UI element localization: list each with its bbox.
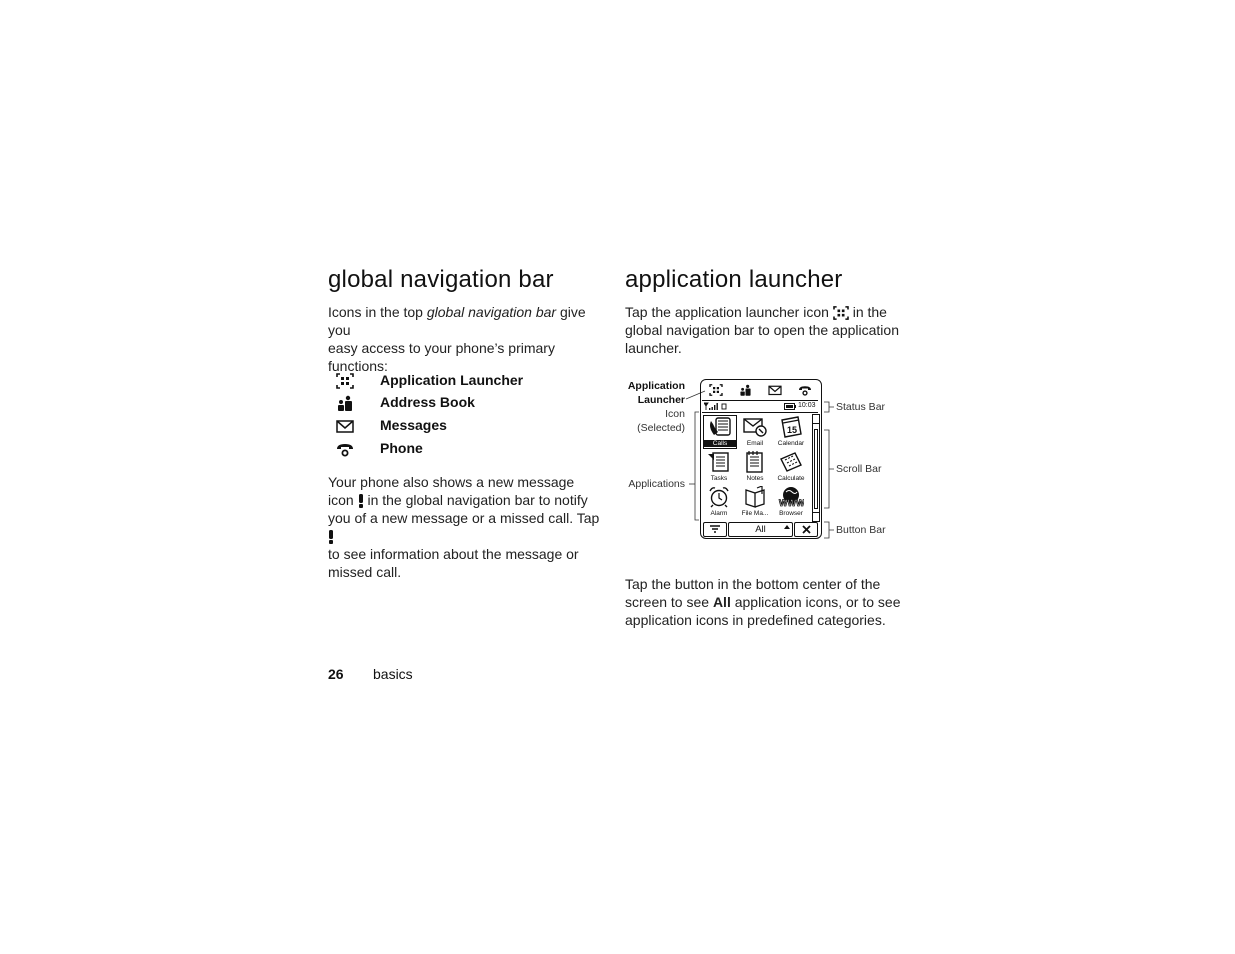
all-keyword: All (712, 594, 731, 610)
app-launcher-icon[interactable] (709, 384, 723, 396)
scroll-thumb[interactable] (814, 429, 818, 509)
intro-emphasis: global navigation bar (426, 304, 557, 320)
intro-text: Icons in the top (328, 304, 427, 320)
app-grid: Calls Email 15 Calendar Tasks Notes Calc… (702, 413, 810, 518)
app-tasks[interactable]: Tasks (702, 450, 736, 484)
app-label: Tasks (710, 475, 728, 482)
right-paragraph-2: Tap the button in the bottom center of t… (625, 575, 905, 629)
signal-strength-icon (704, 402, 727, 410)
app-label: Calculate (777, 475, 805, 482)
nav-item-address-book: Address Book (336, 394, 576, 414)
button-bar: All (701, 521, 819, 538)
email-app-icon (743, 418, 767, 437)
body-text: Tap the button in the bottom center of t… (625, 576, 881, 592)
body-text: application icons in predefined categori… (625, 612, 886, 628)
phone-icon (337, 444, 353, 457)
app-label: Calls (704, 440, 736, 447)
menu-icon (710, 525, 720, 533)
alarm-app-icon (709, 487, 729, 508)
nav-item-label: Address Book (380, 394, 475, 410)
notes-app-icon (746, 451, 763, 473)
file-manager-app-icon (745, 486, 765, 508)
app-browser[interactable]: WWW Browser (774, 485, 808, 519)
callout-app-launcher: Application Launcher (620, 379, 685, 407)
callout-icon-selected: Icon (Selected) (620, 407, 685, 435)
nav-item-phone: Phone (336, 440, 576, 460)
body-text: application icons, or to see (730, 594, 901, 610)
browser-mark: WWW (779, 498, 804, 508)
nav-item-application-launcher: Application Launcher (336, 372, 576, 392)
category-button[interactable]: All (728, 522, 793, 537)
body-text: to see information about the message or (328, 546, 579, 562)
close-button[interactable] (794, 522, 818, 537)
messages-icon[interactable] (768, 384, 782, 396)
calculator-app-icon (780, 452, 802, 472)
tasks-app-icon (708, 452, 729, 472)
calendar-app-icon: 15 (781, 416, 802, 438)
body-text: you of a new message or a missed call. T… (328, 510, 600, 526)
body-text: icon (328, 492, 358, 508)
address-book-icon[interactable] (739, 384, 752, 396)
app-notes[interactable]: Notes (738, 450, 772, 484)
nav-item-label: Phone (380, 440, 423, 456)
nav-item-messages: Messages (336, 417, 576, 437)
app-calendar[interactable]: 15 Calendar (774, 415, 808, 449)
phone-icon[interactable] (798, 384, 812, 396)
callout-text: Launcher (637, 394, 685, 406)
callout-status-bar: Status Bar (836, 401, 886, 413)
category-label: All (755, 524, 766, 535)
right-intro: Tap the application launcher icon in the… (625, 303, 905, 357)
body-text: Tap the application launcher icon (625, 304, 833, 320)
app-launcher-icon (336, 373, 354, 389)
section-name: basics (373, 666, 413, 682)
callout-scroll-bar: Scroll Bar (836, 463, 882, 475)
scroll-down-arrow[interactable] (813, 512, 819, 521)
app-label: Email (746, 440, 764, 447)
new-message-icon (329, 530, 333, 544)
close-icon (802, 525, 811, 534)
app-calls[interactable]: Calls (703, 415, 737, 449)
nav-item-label: Application Launcher (380, 372, 524, 388)
calls-app-icon (710, 417, 731, 436)
nav-item-label: Messages (380, 417, 447, 433)
callout-applications: Applications (628, 478, 685, 490)
app-email[interactable]: Email (738, 415, 772, 449)
callout-button-bar: Button Bar (836, 524, 886, 536)
app-label: Alarm (710, 510, 728, 517)
status-time: 10:03 (798, 402, 816, 409)
address-book-icon (338, 395, 352, 411)
left-paragraph-2: Your phone also shows a new message icon… (328, 473, 608, 581)
body-text: global navigation bar to open the applic… (625, 322, 899, 338)
body-text: Your phone also shows a new message (328, 474, 575, 490)
intro-text: easy access to your phone’s primary (328, 340, 555, 356)
app-label: Calendar (777, 440, 805, 447)
right-heading: application launcher (625, 266, 843, 293)
scroll-bar[interactable] (812, 414, 820, 522)
browser-app-icon: WWW (779, 487, 804, 508)
chevron-up-icon (784, 525, 790, 529)
messages-icon (336, 420, 354, 433)
body-text: screen to see (625, 594, 713, 610)
body-text: in the global navigation bar to notify (363, 492, 588, 508)
callout-text: Application (627, 380, 685, 392)
body-text: missed call. (328, 564, 402, 580)
page-number: 26 (328, 666, 344, 682)
app-alarm[interactable]: Alarm (702, 485, 736, 519)
battery-icon (784, 403, 796, 410)
menu-button[interactable] (703, 522, 727, 537)
body-text: launcher. (625, 340, 682, 356)
app-label: Browser (779, 510, 803, 517)
app-launcher-icon (833, 306, 849, 320)
app-calculate[interactable]: Calculate (774, 450, 808, 484)
body-text: in the (848, 304, 887, 320)
left-heading: global navigation bar (328, 266, 554, 293)
app-file-manager[interactable]: File Ma... (738, 485, 772, 519)
app-label: Notes (746, 475, 764, 482)
scroll-up-arrow[interactable] (813, 415, 819, 424)
calendar-day: 15 (787, 425, 797, 435)
left-intro: Icons in the top global navigation bar g… (328, 303, 608, 375)
app-label: File Ma... (741, 510, 769, 517)
callout-text: (Selected) (637, 422, 685, 434)
